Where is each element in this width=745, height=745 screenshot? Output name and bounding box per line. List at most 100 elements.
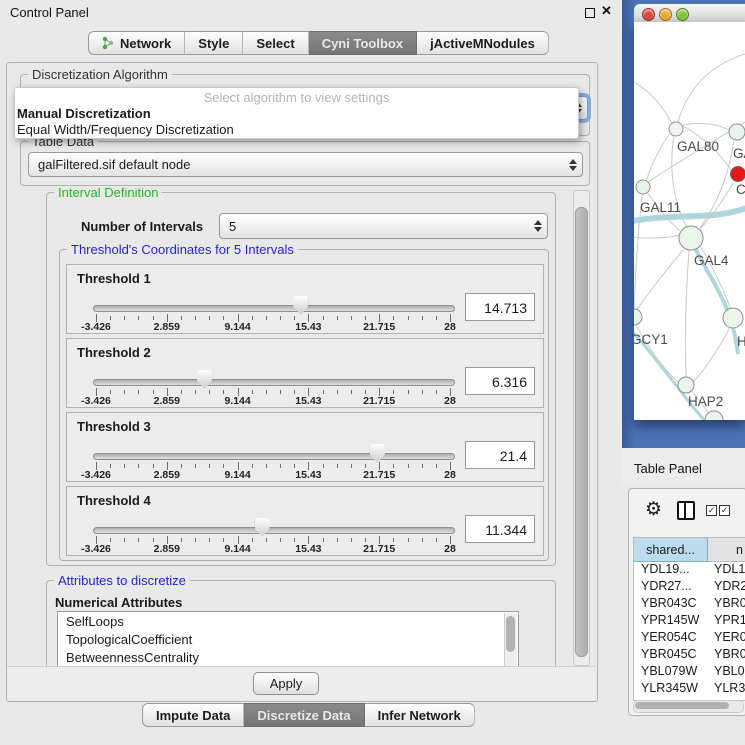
vertical-scrollbar[interactable]	[573, 190, 590, 666]
gear-icon[interactable]: ⚙	[645, 498, 662, 521]
cell-name[interactable]: YPR1	[707, 613, 745, 630]
edge[interactable]	[678, 52, 745, 122]
cell-shared-name[interactable]: YPR145W	[634, 613, 707, 630]
slider-thumb[interactable]	[370, 444, 385, 463]
scrollbar-thumb[interactable]	[635, 702, 729, 709]
cell-shared-name[interactable]: YBL079W	[634, 664, 707, 681]
network-canvas[interactable]: GAL80GACGAL11GAL4GCY1HHAP2	[634, 22, 745, 420]
dropdown-option[interactable]: Equal Width/Frequency Discretization	[15, 122, 578, 138]
GCY1-node[interactable]	[634, 309, 642, 325]
cell-name[interactable]: YBR0	[707, 647, 745, 664]
cell-shared-name[interactable]: YBR045C	[634, 647, 707, 664]
table-data-combo[interactable]: galFiltered.sif default node	[28, 152, 583, 177]
minimize-traffic-light-icon[interactable]	[659, 8, 672, 21]
threshold-value-field[interactable]: 11.344	[465, 515, 535, 543]
network-window-titlebar[interactable]	[634, 4, 745, 23]
tab-cyni-toolbox[interactable]: Cyni Toolbox	[309, 31, 417, 55]
GAL4-node[interactable]	[679, 226, 703, 250]
numerical-attributes-label: Numerical Attributes	[55, 595, 182, 610]
edge[interactable]	[646, 134, 669, 181]
tick-mark	[280, 316, 281, 320]
table-row[interactable]: YBR045CYBR0	[634, 647, 745, 664]
node[interactable]	[705, 411, 723, 420]
attributes-list[interactable]: SelfLoopsTopologicalCoefficientBetweenne…	[57, 611, 519, 666]
table-row[interactable]: YLR345WYLR3	[634, 681, 745, 698]
cell-name[interactable]: YER0	[707, 630, 745, 647]
threshold-value-field[interactable]: 14.713	[465, 293, 535, 321]
cell-shared-name[interactable]: YDR27...	[634, 579, 707, 596]
checkbox-icon[interactable]: ✓	[719, 505, 730, 516]
tab-network[interactable]: Network	[88, 31, 185, 55]
attribute-item[interactable]: TopologicalCoefficient	[58, 630, 518, 648]
edge[interactable]	[685, 250, 689, 377]
tab-label: Infer Network	[378, 708, 461, 723]
table-row[interactable]: YDR27...YDR2	[634, 579, 745, 596]
apply-button[interactable]: Apply	[253, 672, 319, 695]
column-header-shared-name[interactable]: shared...	[634, 538, 708, 562]
edge[interactable]	[636, 249, 684, 311]
slider-track[interactable]	[93, 379, 455, 386]
edge[interactable]	[634, 82, 672, 124]
cell-name[interactable]: YDL1	[707, 562, 745, 579]
cell-name[interactable]: YLR3	[707, 681, 745, 698]
tick-mark	[266, 390, 267, 394]
slider-track[interactable]	[93, 305, 455, 312]
HAP2-node[interactable]	[678, 377, 694, 393]
table-row[interactable]: YER054CYER0	[634, 630, 745, 647]
slider-thumb[interactable]	[293, 296, 308, 315]
horizontal-scrollbar[interactable]	[633, 700, 744, 713]
tick-mark	[110, 538, 111, 542]
GAL80-node[interactable]	[669, 122, 683, 136]
attributes-scrollbar[interactable]	[504, 613, 517, 666]
dropdown-option[interactable]: Manual Discretization	[15, 106, 578, 122]
tab-style[interactable]: Style	[185, 31, 243, 55]
cell-shared-name[interactable]: YER054C	[634, 630, 707, 647]
node[interactable]	[636, 180, 650, 194]
table-row[interactable]: YPR145WYPR1	[634, 613, 745, 630]
cell-name[interactable]: YBL0	[707, 664, 745, 681]
slider-track[interactable]	[93, 453, 455, 460]
edge[interactable]	[683, 123, 729, 130]
cell-shared-name[interactable]: YBR043C	[634, 596, 707, 613]
scrollbar-thumb[interactable]	[506, 616, 515, 652]
number-of-intervals-combo[interactable]: 5	[219, 213, 548, 239]
tab-impute-data[interactable]: Impute Data	[142, 703, 244, 727]
slider-thumb[interactable]	[255, 518, 270, 537]
red-node[interactable]	[731, 167, 745, 182]
tick-mark	[294, 538, 295, 542]
threshold-value-field[interactable]: 21.4	[465, 441, 535, 469]
tab-infer-network[interactable]: Infer Network	[365, 703, 475, 727]
column-header-name[interactable]: n	[708, 538, 745, 562]
table-row[interactable]: YDL19...YDL1	[634, 562, 745, 579]
cell-name[interactable]: YDR2	[707, 579, 745, 596]
tab-discretize-data[interactable]: Discretize Data	[244, 703, 364, 727]
close-icon[interactable]: ✕	[601, 3, 612, 19]
tab-select[interactable]: Select	[243, 31, 308, 55]
table-row[interactable]: YBL079WYBL0	[634, 664, 745, 681]
cell-shared-name[interactable]: YLR345W	[634, 681, 707, 698]
slider-track[interactable]	[93, 527, 455, 534]
group-title: Attributes to discretize	[54, 573, 190, 588]
edge[interactable]	[700, 182, 734, 229]
attribute-item[interactable]: BetweennessCentrality	[58, 648, 518, 666]
zoom-traffic-light-icon[interactable]	[676, 8, 689, 21]
split-columns-icon[interactable]	[677, 501, 695, 520]
close-traffic-light-icon[interactable]	[642, 8, 655, 21]
threshold-value-field[interactable]: 6.316	[465, 367, 535, 395]
tick-mark	[223, 390, 224, 394]
checkbox-icon[interactable]: ✓	[706, 505, 717, 516]
scrollbar-thumb[interactable]	[575, 207, 588, 657]
tick-mark	[124, 316, 125, 320]
tab-jactivemnodules[interactable]: jActiveMNodules	[417, 31, 549, 55]
table-row[interactable]: YBR043CYBR0	[634, 596, 745, 613]
slider-thumb[interactable]	[197, 370, 212, 389]
cell-name[interactable]: YBR0	[707, 596, 745, 613]
float-window-icon[interactable]	[585, 8, 595, 18]
edge[interactable]	[634, 235, 680, 238]
tick-mark	[351, 316, 352, 320]
attribute-item[interactable]: SelfLoops	[58, 612, 518, 630]
cell-shared-name[interactable]: YDL19...	[634, 562, 707, 579]
node[interactable]	[723, 308, 743, 328]
node[interactable]	[729, 124, 745, 140]
edge[interactable]	[693, 327, 730, 382]
